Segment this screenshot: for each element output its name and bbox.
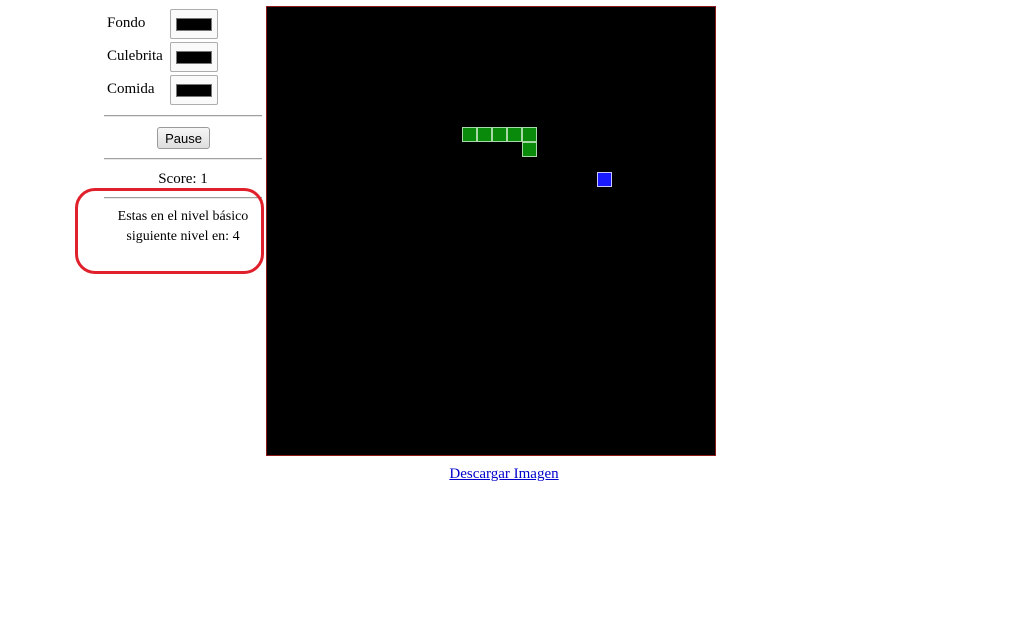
score-text: Score: 1	[158, 171, 208, 187]
food-color-swatch	[176, 84, 212, 97]
game-board[interactable]	[266, 6, 716, 456]
snake-color-swatch	[176, 51, 212, 64]
food-color-picker[interactable]	[170, 75, 218, 105]
food-color-label: Comida	[107, 81, 155, 97]
snake-segment	[462, 127, 477, 142]
snake-head	[522, 142, 537, 157]
snake-segment	[507, 127, 522, 142]
snake-game-page: Fondo Culebrita Comida Pause Score: 1 Es…	[0, 0, 1021, 638]
food-item	[597, 172, 612, 187]
food-color-row: Comida	[107, 75, 219, 105]
divider-top	[104, 115, 262, 117]
snake-segment	[477, 127, 492, 142]
divider-middle	[104, 158, 262, 160]
snake-segment	[492, 127, 507, 142]
snake-segment	[522, 127, 537, 142]
pause-button[interactable]: Pause	[157, 127, 210, 149]
snake-color-row: Culebrita	[107, 42, 219, 72]
background-color-label: Fondo	[107, 15, 146, 31]
background-color-picker[interactable]	[170, 9, 218, 39]
snake-color-picker[interactable]	[170, 42, 218, 72]
download-image-link[interactable]: Descargar Imagen	[266, 465, 742, 483]
snake-color-label: Culebrita	[107, 48, 163, 64]
background-color-swatch	[176, 18, 212, 31]
annotation-highlight-circle	[75, 188, 264, 274]
background-color-row: Fondo	[107, 9, 219, 39]
